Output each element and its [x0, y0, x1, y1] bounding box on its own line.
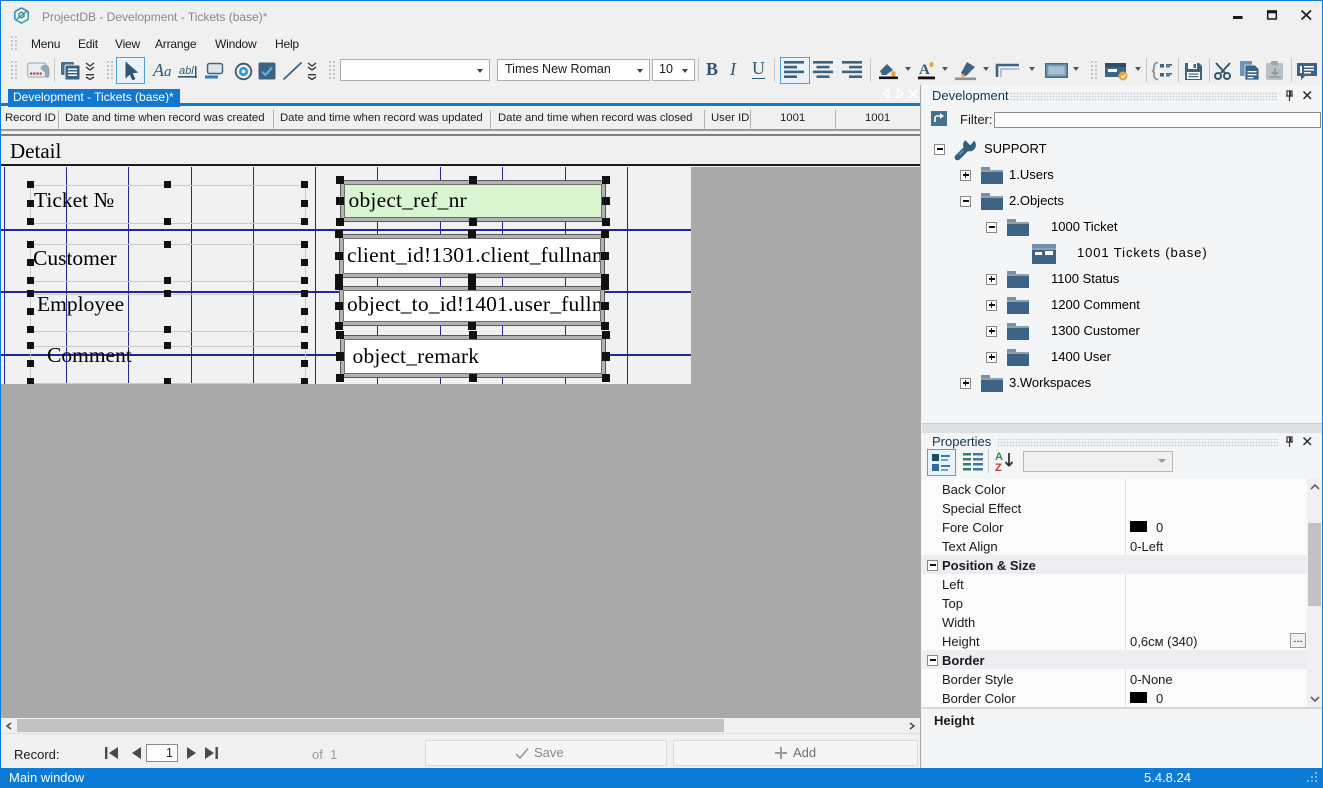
- svg-text:Z: Z: [995, 462, 1002, 473]
- svg-text:abl: abl: [179, 65, 194, 77]
- svg-text:A: A: [919, 62, 930, 78]
